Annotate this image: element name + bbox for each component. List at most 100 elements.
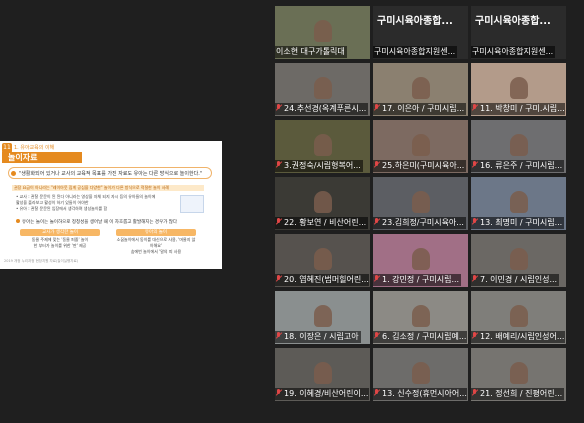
participant-name: 23.김희정/구미시육아... [382,218,464,227]
participant-tile[interactable]: 23.김희정/구미시육아... [373,177,468,230]
mic-muted-icon [276,104,282,112]
participant-name: 13. 신수정(휴먼시아어... [382,389,467,398]
mic-muted-icon [276,332,282,340]
slide-footer: 2019 개정 누리과정 현장지원 자료(놀이실행자료) [4,259,79,263]
slide-bullet: • 유아 : 관찰 문문된 입장에서 생각하며 생성놀이를 함 [16,206,108,211]
participant-name-label: 20. 염혜진(범머힐어린... [275,274,369,286]
box-right-body: 소꿉놀이에서 동이를 대신으로 사용, '머물지 않아해요' 숨에번 놀이에서 … [116,237,196,254]
participant-tile[interactable]: 25.하은미(구미시육아... [373,120,468,173]
participant-name-label: 이소현 대구가톨릭대 [275,46,347,58]
participant-tile[interactable]: 22. 황보연 / 비산어린... [275,177,370,230]
box-left-head: 교사가 생각한 놀이 [20,229,100,236]
participant-name: 21. 정선희 / 진평어린... [480,389,563,398]
participant-silhouette [509,362,528,384]
mic-muted-icon [374,332,380,340]
participant-silhouette [313,362,332,384]
mic-muted-icon [472,104,478,112]
participant-silhouette [411,305,430,327]
participant-tile[interactable]: 구미시육아종합... 구미시육아종합지원센... [373,6,468,59]
participant-silhouette [313,20,332,42]
participant-name-label: 17. 이은아 / 구미시립... [373,103,467,115]
participant-name-label: 22. 황보연 / 비산어린... [275,217,369,229]
participant-tile[interactable]: 11. 박창미 / 구미.시립... [471,63,566,116]
participant-tile[interactable]: 17. 이은아 / 구미시립... [373,63,468,116]
participant-big-name: 구미시육아종합... [377,16,453,27]
mic-muted-icon [472,332,478,340]
participant-name: 24.추선경(옥계푸른시... [284,104,367,113]
participant-silhouette [509,248,528,270]
slide-quote-text: "생활화되어 있거나 교사의 교육적 목표를 가진 자료도 유아는 다른 방식으… [19,171,203,177]
participant-silhouette [509,305,528,327]
participant-name: 6. 김소정 / 구미시립예... [382,332,467,341]
mic-muted-icon [472,218,478,226]
slide-bullets: • 교사 : 관찰 문문이 된 된다 아니라는 영상을 자체 되지 자시 등의 … [16,194,176,212]
participant-name-label: 6. 김소정 / 구미시립예... [373,331,467,343]
mic-muted-icon [374,275,380,283]
participant-tile[interactable]: 16. 류은주 / 구미시립... [471,120,566,173]
participant-tile[interactable]: 6. 김소정 / 구미시립예... [373,291,468,344]
participant-name-label: 11. 박창미 / 구미.시립... [471,103,565,115]
mic-muted-icon [276,218,282,226]
participant-silhouette [509,191,528,213]
participant-name-label: 구미시육아종합지원센... [471,46,556,58]
participant-name: 11. 박창미 / 구미.시립... [480,104,565,113]
shared-screen-slide: 11 1. 유아교육의 이해 놀이자료 "생활화되어 있거나 교사의 교육적 목… [0,141,222,269]
participant-name-label: 19. 이혜경/비산어린이... [275,388,369,400]
mic-muted-icon [374,161,380,169]
participant-tile[interactable]: 20. 염혜진(범머힐어린... [275,234,370,287]
participant-tile[interactable]: 7. 이민경 / 시립인성... [471,234,566,287]
participant-name-label: 18. 이장은 / 시립고아 [275,331,361,343]
participant-name: 1. 강민정 / 구미시립... [382,275,460,284]
participant-name: 25.하은미(구미시육아... [382,161,465,170]
mic-muted-icon [374,104,380,112]
participant-silhouette [411,191,430,213]
participant-tile[interactable]: 이소현 대구가톨릭대 [275,6,370,59]
participant-silhouette [411,362,430,384]
bullet-dot-icon [16,219,20,223]
participant-silhouette [313,191,332,213]
participant-silhouette [411,77,430,99]
participant-name-label: 24.추선경(옥계푸른시... [275,103,369,115]
bullet-dot-icon [11,171,16,176]
participant-silhouette [509,77,528,99]
participant-silhouette [313,134,332,156]
participant-tile[interactable]: 19. 이혜경/비산어린이... [275,348,370,401]
participant-name: 7. 이민경 / 시립인성... [480,275,558,284]
mic-muted-icon [472,389,478,397]
participant-name: 18. 이장은 / 시립고아 [284,332,359,341]
participant-name: 이소현 대구가톨릭대 [276,47,345,56]
participant-name: 구미시육아종합지원센... [472,47,554,56]
box-left-body: 동물 주제에 맞는 '동물 퍼즐' 놀이 한 부터가 놀이를 위한 '판' 제공 [31,237,89,248]
mic-muted-icon [472,161,478,169]
participant-tile[interactable]: 12. 배예리/시립인성어... [471,291,566,344]
participant-name: 20. 염혜진(범머힐어린... [284,275,369,284]
participant-name-label: 7. 이민경 / 시립인성... [471,274,560,286]
participant-tile[interactable]: 3.권정숙/시립형복어... [275,120,370,173]
participant-name-label: 3.권정숙/시립형복어... [275,160,363,172]
participant-name: 13. 최명미 / 구미시립... [480,218,563,227]
mic-muted-icon [276,389,282,397]
participant-tile[interactable]: 13. 최명미 / 구미시립... [471,177,566,230]
participant-silhouette [313,248,332,270]
mic-muted-icon [472,275,478,283]
participant-tile[interactable]: 24.추선경(옥계푸른시... [275,63,370,116]
participant-tile[interactable]: 1. 강민정 / 구미시립... [373,234,468,287]
participant-name-label: 23.김희정/구미시육아... [373,217,466,229]
participant-tile[interactable]: 구미시육아종합... 구미시육아종합지원센... [471,6,566,59]
participant-name: 22. 황보연 / 비산어린... [284,218,367,227]
participant-name-label: 25.하은미(구미시육아... [373,160,467,172]
slide-question-text: 유아는 놀이는 놀이하으로 정청성을 생어날 때 이 자호롭고 활발해지는 경우… [22,220,178,225]
slide-highlight: 권장 요급이 아니라는 "레이아웃 집게 공심을 다양한" 놀이가 다른 방식으… [12,185,204,191]
participant-tile[interactable]: 18. 이장은 / 시립고아 [275,291,370,344]
participant-silhouette [313,77,332,99]
participant-name-label: 16. 류은주 / 구미시립... [471,160,565,172]
participant-silhouette [411,248,430,270]
participant-tile[interactable]: 13. 신수정(휴먼시아어... [373,348,468,401]
slide-title: 놀이자료 [2,152,82,163]
participant-name: 12. 배예리/시립인성어... [480,332,565,341]
participant-tile[interactable]: 21. 정선희 / 진평어린... [471,348,566,401]
participant-name-label: 21. 정선희 / 진평어린... [471,388,565,400]
mic-muted-icon [276,275,282,283]
box-right-head: 유아의 놀이 [116,229,196,236]
participant-name-label: 구미시육아종합지원센... [373,46,458,58]
